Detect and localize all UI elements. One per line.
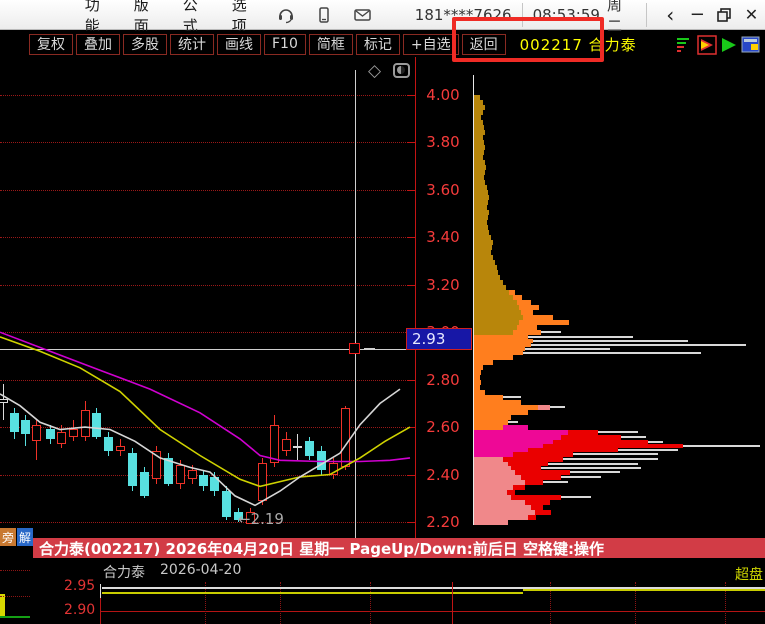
minute-stock-name: 合力泰	[103, 565, 145, 581]
profile-bar	[525, 480, 543, 485]
minute-cursor-line	[452, 582, 453, 624]
price-axis-label: 2.40	[426, 466, 460, 484]
close-button[interactable]: ✕	[740, 3, 763, 27]
back-button[interactable]: ‹	[659, 3, 682, 27]
price-axis-label: 2.60	[426, 418, 460, 436]
profile-line	[541, 467, 641, 469]
toolbar-button-8[interactable]: +自选	[402, 33, 459, 55]
red-play-icon[interactable]	[697, 35, 717, 55]
restore-button[interactable]	[713, 3, 736, 27]
profile-line	[523, 352, 701, 354]
ranking-bars-icon[interactable]	[675, 35, 693, 53]
minute-left-border	[100, 598, 101, 624]
minute-green-dash	[0, 616, 30, 618]
toolbar-buttons: 复权 叠加 多股 统计 画线 F10 简框 标记 +自选 返回	[26, 33, 506, 55]
profile-line	[598, 431, 638, 433]
title-bar: 功能 版面 公式 选项 181****7626 08:53:59 周二 ‹ − ✕	[0, 0, 765, 35]
profile-line	[648, 441, 663, 443]
toolbar-button-3[interactable]: 统计	[170, 33, 214, 55]
toolbar-button-9[interactable]: 返回	[461, 33, 506, 55]
minute-price-high: 2.95	[64, 578, 96, 594]
profile-left-edge	[473, 75, 474, 525]
corner-tab-1[interactable]: 解	[17, 528, 33, 546]
minute-avg-line-b	[523, 589, 765, 591]
profile-line	[525, 348, 610, 350]
minute-price-low: 2.90	[64, 602, 96, 618]
profile-bar	[473, 520, 508, 525]
price-axis-line	[415, 57, 416, 540]
profile-line	[548, 463, 638, 465]
minute-right-label[interactable]: 超盘	[735, 564, 763, 584]
profile-line	[573, 453, 658, 455]
toolbar-button-1[interactable]: 叠加	[76, 33, 120, 55]
profile-line	[683, 445, 760, 447]
price-axis-label: 4.00	[426, 86, 460, 104]
minute-date: 2026-04-20	[160, 562, 242, 578]
status-bar: 合力泰(002217) 2026年04月20日 星期一 PageUp/Down:…	[33, 538, 765, 558]
profile-bar	[538, 405, 550, 410]
account-number[interactable]: 181****7626	[415, 6, 512, 24]
green-play-icon[interactable]	[719, 35, 737, 53]
corner-tab-0[interactable]: 旁	[0, 528, 16, 546]
profile-line	[533, 340, 688, 342]
profile-line	[561, 476, 601, 478]
price-axis-label: 2.80	[426, 371, 460, 389]
price-axis-label: 3.20	[426, 276, 460, 294]
profile-line	[621, 436, 646, 438]
toolbar-button-6[interactable]: 简框	[308, 33, 353, 55]
price-axis-label: 3.40	[426, 228, 460, 246]
crosshair-price-tag: 2.93	[406, 328, 472, 350]
ma-yellow	[0, 336, 411, 488]
toolbar-button-2[interactable]: 多股	[123, 33, 167, 55]
profile-line	[570, 471, 620, 473]
price-axis-label: 3.60	[426, 181, 460, 199]
minute-chart-panel[interactable]: 合力泰 2026-04-20 超盘 2.95 2.90	[0, 558, 765, 624]
profile-line	[528, 336, 633, 338]
price-axis-label: 2.20	[426, 513, 460, 531]
toolbar-button-0[interactable]: 复权	[29, 33, 73, 55]
minute-dots-a	[0, 570, 30, 571]
clock-time: 08:53:59	[532, 5, 600, 24]
ma-white	[0, 388, 401, 507]
toolbar-button-7[interactable]: 标记	[355, 33, 400, 55]
price-axis-label: 3.80	[426, 133, 460, 151]
mail-icon[interactable]	[353, 6, 371, 24]
profile-line	[541, 331, 561, 333]
profile-line	[508, 421, 518, 423]
profile-line	[561, 496, 591, 498]
profile-bar	[528, 515, 536, 520]
profile-line	[563, 458, 658, 460]
current-stock-label[interactable]: 002217 合力泰	[520, 34, 637, 55]
profile-line	[531, 344, 746, 346]
toolbar: 复权 叠加 多股 统计 画线 F10 简框 标记 +自选 返回 002217 合力泰	[0, 31, 765, 57]
titlebar-divider-2	[645, 2, 647, 27]
moving-average-lines	[0, 331, 411, 507]
minute-gridline-h	[100, 611, 765, 612]
profile-line	[618, 449, 678, 451]
status-text: 合力泰(002217) 2026年04月20日 星期一 PageUp/Down:…	[39, 539, 605, 558]
phone-icon[interactable]	[315, 6, 333, 24]
monitor-icon[interactable]	[741, 35, 760, 53]
minute-dots-b	[0, 596, 30, 597]
profile-line	[503, 396, 521, 398]
titlebar-divider	[521, 2, 523, 27]
profile-line	[550, 406, 565, 408]
toolbar-button-4[interactable]: 画线	[217, 33, 261, 55]
toolbar-button-5[interactable]: F10	[264, 33, 306, 55]
main-chart[interactable]: ◇ 4.003.803.603.403.203.002.802.602.402.…	[0, 57, 765, 540]
minute-volume-bar	[0, 594, 5, 616]
profile-line	[543, 481, 568, 483]
profile-bar	[535, 510, 551, 515]
app-window: 功能 版面 公式 选项 181****7626 08:53:59 周二 ‹ − ✕ 复…	[0, 0, 765, 624]
headset-icon[interactable]	[277, 6, 295, 24]
minute-avg-line-a	[102, 592, 523, 594]
minimize-button[interactable]: −	[686, 3, 709, 27]
